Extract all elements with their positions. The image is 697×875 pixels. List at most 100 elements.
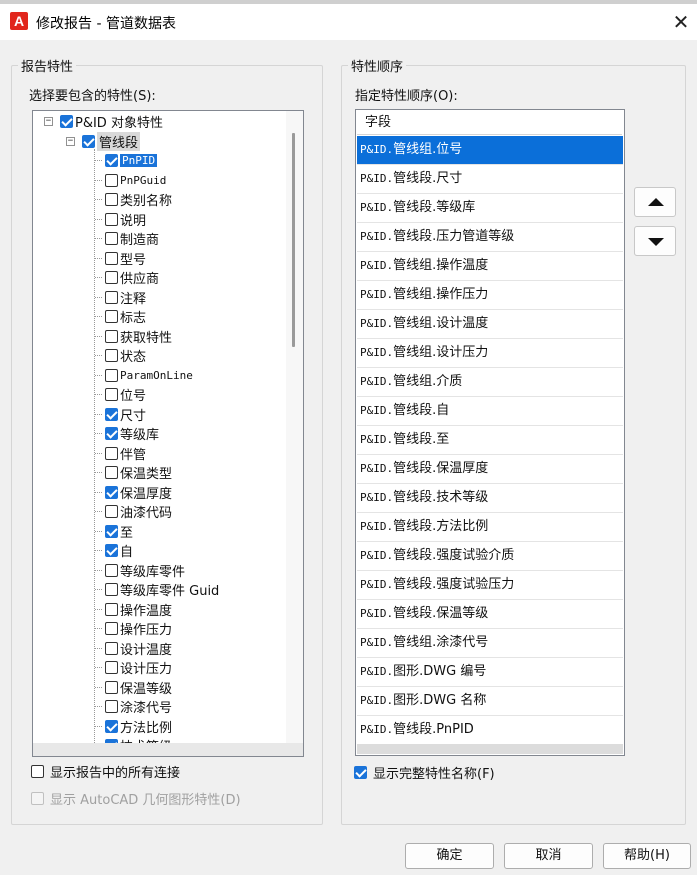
list-column-header[interactable]: 字段	[357, 111, 622, 135]
field-list-row[interactable]: P&ID.管线段.强度试验介质	[357, 542, 623, 571]
tree-item[interactable]: 位号	[105, 385, 146, 404]
field-list-row[interactable]: P&ID.管线段.至	[357, 426, 623, 455]
tree-item[interactable]: 标志	[105, 307, 146, 326]
field-list-row[interactable]: P&ID.图形.DWG 名称	[357, 687, 623, 716]
tree-item-checkbox[interactable]	[105, 251, 118, 265]
field-list-row[interactable]: P&ID.管线组.介质	[357, 368, 623, 397]
field-list-row[interactable]: P&ID.管线段.压力管道等级	[357, 223, 623, 252]
tree-item-checkbox[interactable]	[105, 466, 118, 479]
tree-item[interactable]: 设计压力	[105, 658, 172, 677]
tree-item-checkbox[interactable]	[105, 583, 118, 596]
tree-item-checkbox[interactable]	[105, 193, 118, 206]
field-list-row[interactable]: P&ID.管线段.尺寸	[357, 165, 623, 194]
close-icon[interactable]: ✕	[668, 10, 694, 34]
field-list-row[interactable]: P&ID.管线段.PnPID	[357, 716, 623, 745]
tree-horizontal-scrollbar[interactable]	[33, 743, 303, 756]
tree-item[interactable]: 设计温度	[105, 639, 172, 658]
tree-root-pid-properties-checkbox[interactable]	[60, 115, 73, 128]
tree-item-checkbox[interactable]	[105, 563, 118, 577]
tree-item-checkbox[interactable]	[105, 212, 118, 226]
tree-item[interactable]: 涂漆代号	[105, 697, 172, 716]
field-list-row[interactable]: P&ID.管线组.位号	[357, 136, 623, 165]
tree-item-checkbox[interactable]	[105, 154, 118, 167]
tree-item-checkbox[interactable]	[105, 544, 118, 557]
field-list-row[interactable]: P&ID.管线组.设计压力	[357, 339, 623, 368]
field-list-row[interactable]: P&ID.管线段.技术等级	[357, 484, 623, 513]
tree-item-checkbox[interactable]	[105, 173, 118, 187]
tree-item[interactable]: PnPGuid	[105, 171, 166, 190]
tree-item-checkbox[interactable]	[105, 407, 118, 421]
tree-item[interactable]: 伴管	[105, 444, 146, 463]
tree-item[interactable]: 状态	[105, 346, 146, 365]
tree-item[interactable]: 获取特性	[105, 327, 172, 346]
tree-item-checkbox[interactable]	[105, 368, 118, 382]
tree-item-checkbox[interactable]	[105, 329, 118, 343]
tree-item-checkbox[interactable]	[105, 427, 118, 440]
tree-item[interactable]: 方法比例	[105, 717, 172, 736]
move-down-button[interactable]	[634, 226, 676, 256]
tree-item-checkbox[interactable]	[105, 680, 118, 694]
tree-item[interactable]: 保温等级	[105, 678, 172, 697]
tree-item[interactable]: 至	[105, 522, 133, 541]
tree-node-pipe-segment-expander-icon[interactable]: −	[66, 137, 75, 146]
field-order-list[interactable]: 字段 P&ID.管线组.位号 P&ID.管线段.尺寸 P&ID.管线段.等级库 P&I…	[355, 109, 625, 756]
tree-item-checkbox[interactable]	[105, 232, 118, 245]
tree-item-checkbox[interactable]	[105, 290, 118, 304]
tree-item-checkbox[interactable]	[105, 719, 118, 733]
tree-item-checkbox[interactable]	[105, 524, 118, 538]
tree-item[interactable]: ParamOnLine	[105, 366, 193, 385]
field-list-row[interactable]: P&ID.管线段.方法比例	[357, 513, 623, 542]
move-up-button[interactable]	[634, 187, 676, 217]
tree-item[interactable]: 型号	[105, 249, 146, 268]
field-list-row[interactable]: P&ID.管线组.操作温度	[357, 252, 623, 281]
tree-item[interactable]: 保温厚度	[105, 483, 172, 502]
field-list-row[interactable]: P&ID.管线组.涂漆代号	[357, 629, 623, 658]
ok-button[interactable]: 确定	[405, 843, 494, 869]
tree-item-checkbox[interactable]	[105, 349, 118, 362]
tree-scroll-thumb[interactable]	[292, 133, 295, 347]
title-bar[interactable]: A 修改报告 - 管道数据表 ✕	[0, 4, 697, 40]
field-list-row[interactable]: P&ID.管线段.强度试验压力	[357, 571, 623, 600]
list-horizontal-scrollbar[interactable]	[357, 744, 623, 754]
tree-vertical-scrollbar[interactable]	[286, 111, 303, 743]
properties-tree[interactable]: − P&ID 对象特性 − 管线段 PnPID PnPGuid 类别名称 说明 制造商 型号 供应商…	[32, 110, 304, 757]
tree-item-checkbox[interactable]	[105, 446, 118, 460]
show-all-connections-box[interactable]	[31, 765, 44, 778]
show-all-connections-checkbox[interactable]: 显示报告中的所有连接	[31, 762, 180, 781]
field-list-row[interactable]: P&ID.管线组.设计温度	[357, 310, 623, 339]
tree-node-pipe-segment[interactable]: 管线段	[82, 132, 141, 151]
field-list-row[interactable]: P&ID.管线段.自	[357, 397, 623, 426]
tree-item[interactable]: 等级库零件	[105, 561, 185, 580]
tree-item-checkbox[interactable]	[105, 505, 118, 518]
tree-item-checkbox[interactable]	[105, 271, 118, 284]
tree-item[interactable]: 等级库	[105, 424, 159, 443]
tree-item-checkbox[interactable]	[105, 700, 118, 713]
tree-item[interactable]: PnPID	[105, 151, 158, 170]
field-list-row[interactable]: P&ID.管线段.保温等级	[357, 600, 623, 629]
tree-item-checkbox[interactable]	[105, 388, 118, 401]
tree-item[interactable]: 制造商	[105, 229, 159, 248]
tree-item[interactable]: 自	[105, 541, 133, 560]
tree-item-checkbox[interactable]	[105, 641, 118, 655]
show-full-names-checkbox[interactable]: 显示完整特性名称(F)	[354, 763, 495, 782]
tree-item[interactable]: 类别名称	[105, 190, 172, 209]
help-button[interactable]: 帮助(H)	[603, 843, 691, 869]
tree-node-pipe-segment-checkbox[interactable]	[82, 135, 95, 148]
show-full-names-box[interactable]	[354, 766, 367, 779]
field-list-row[interactable]: P&ID.管线组.操作压力	[357, 281, 623, 310]
field-list-row[interactable]: P&ID.管线段.等级库	[357, 194, 623, 223]
tree-root-pid-properties-expander-icon[interactable]: −	[44, 117, 53, 126]
tree-item-checkbox[interactable]	[105, 485, 118, 499]
tree-item[interactable]: 等级库零件 Guid	[105, 580, 219, 599]
tree-item-checkbox[interactable]	[105, 602, 118, 616]
cancel-button[interactable]: 取消	[504, 843, 593, 869]
tree-root-pid-properties[interactable]: P&ID 对象特性	[60, 112, 163, 131]
tree-item-checkbox[interactable]	[105, 622, 118, 635]
tree-item[interactable]: 注释	[105, 288, 146, 307]
tree-item-checkbox[interactable]	[105, 661, 118, 674]
tree-item[interactable]: 说明	[105, 210, 146, 229]
field-list-row[interactable]: P&ID.管线段.保温厚度	[357, 455, 623, 484]
tree-item[interactable]: 油漆代码	[105, 502, 172, 521]
tree-item[interactable]: 操作温度	[105, 600, 172, 619]
tree-item[interactable]: 操作压力	[105, 619, 172, 638]
